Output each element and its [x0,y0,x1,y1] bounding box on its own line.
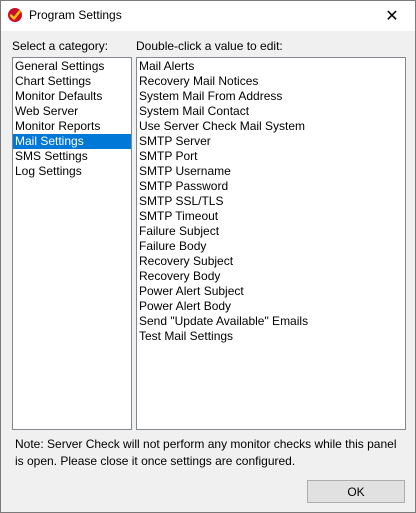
category-item[interactable]: Monitor Reports [13,119,131,134]
setting-item[interactable]: Failure Body [137,239,405,254]
category-item[interactable]: Monitor Defaults [13,89,131,104]
setting-item[interactable]: Power Alert Subject [137,284,405,299]
setting-item[interactable]: SMTP SSL/TLS [137,194,405,209]
ok-button[interactable]: OK [307,480,405,503]
setting-item[interactable]: System Mail Contact [137,104,405,119]
category-list: General Settings Chart Settings Monitor De… [13,58,131,179]
setting-item[interactable]: SMTP Port [137,149,405,164]
setting-item[interactable]: Send "Update Available" Emails [137,314,405,329]
note-text: Note: Server Check will not perform any … [15,437,397,468]
program-settings-window: Program Settings ✕ Select a category: Do… [0,0,416,513]
setting-item[interactable]: SMTP Server [137,134,405,149]
category-item[interactable]: Chart Settings [13,74,131,89]
setting-item[interactable]: Recovery Subject [137,254,405,269]
setting-item[interactable]: Use Server Check Mail System [137,119,405,134]
app-icon [8,8,22,22]
category-item[interactable]: Log Settings [13,164,131,179]
setting-item[interactable]: Power Alert Body [137,299,405,314]
setting-item[interactable]: Mail Alerts [137,59,405,74]
close-icon: ✕ [385,8,399,25]
setting-item[interactable]: Test Mail Settings [137,329,405,344]
window-title: Program Settings [29,8,122,22]
setting-item[interactable]: System Mail From Address [137,89,405,104]
category-listbox[interactable]: General Settings Chart Settings Monitor De… [12,57,132,430]
setting-item[interactable]: Recovery Body [137,269,405,284]
values-label: Double-click a value to edit: [136,39,283,53]
category-item[interactable]: General Settings [13,59,131,74]
title-bar[interactable]: Program Settings ✕ [1,1,415,31]
values-list: Mail Alerts Recovery Mail Notices System M… [137,58,405,344]
category-label: Select a category: [12,39,109,53]
category-item[interactable]: Web Server [13,104,131,119]
setting-item[interactable]: SMTP Timeout [137,209,405,224]
close-button[interactable]: ✕ [369,1,415,31]
category-item[interactable]: SMS Settings [13,149,131,164]
setting-item[interactable]: SMTP Username [137,164,405,179]
setting-item[interactable]: Failure Subject [137,224,405,239]
category-item[interactable]: Mail Settings [13,134,131,149]
setting-item[interactable]: SMTP Password [137,179,405,194]
values-listbox[interactable]: Mail Alerts Recovery Mail Notices System M… [136,57,406,430]
setting-item[interactable]: Recovery Mail Notices [137,74,405,89]
